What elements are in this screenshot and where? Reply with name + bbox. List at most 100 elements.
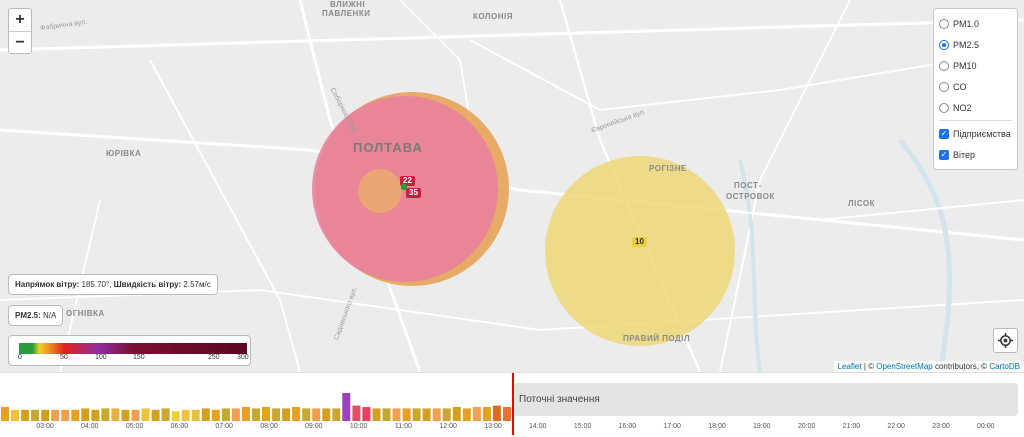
timeline-tick-label: 19:00 [753,423,771,430]
timeline-bar[interactable] [141,408,150,421]
timeline-bar[interactable] [432,408,441,421]
timeline-bar[interactable] [211,409,220,421]
timeline-bar[interactable] [472,407,481,421]
layer-option-pm10[interactable]: PM10 [939,55,1012,76]
timeline-bar[interactable] [71,409,80,421]
place-label-ostrovok: ОСТРОВОК [726,192,775,201]
current-time-line[interactable] [512,373,514,435]
overlay-option-wind[interactable]: ✓ Вітер [939,144,1012,165]
timeline-bar[interactable] [111,408,120,421]
overlay-option-enterprises[interactable]: ✓ Підприємства [939,123,1012,144]
timeline-bar[interactable] [442,408,451,421]
timeline-bar[interactable] [322,408,331,421]
wind-speed-value: 2.57м/с [183,280,211,289]
timeline-tick-label: 18:00 [708,423,726,430]
timeline-bar[interactable] [342,393,351,421]
timeline-bar[interactable] [41,409,50,421]
timeline-bar[interactable] [292,407,301,421]
timeline-bar[interactable] [151,409,160,421]
timeline-tick-label: 07:00 [215,423,233,430]
timeline-bar[interactable] [101,408,110,421]
timeline-bar[interactable] [272,408,281,421]
timeline-bar[interactable] [482,407,491,421]
station-marker[interactable]: 10 [632,237,647,247]
timeline-bar[interactable] [51,409,60,421]
timeline-bar[interactable] [332,408,341,421]
attribution-text: | © [861,362,877,371]
cartodb-link[interactable]: CartoDB [989,362,1020,371]
checkbox-checked-icon: ✓ [939,128,949,139]
timeline-bar[interactable] [362,407,371,421]
timeline-bar[interactable] [21,409,30,421]
timeline-bar[interactable] [1,407,9,421]
place-label-yurivka: ЮРІВКА [106,149,142,158]
timeline-bar[interactable] [121,409,130,421]
legend-gradient [19,343,247,354]
layer-option-pm1[interactable]: PM1.0 [939,13,1012,34]
timeline-bar[interactable] [221,408,230,421]
timeline-bar[interactable] [402,408,411,421]
timeline-bar[interactable] [282,408,291,421]
leaflet-link[interactable]: Leaflet [838,362,862,371]
current-values-panel[interactable]: Поточні значення [513,383,1018,416]
layer-option-no2[interactable]: NO2 [939,97,1012,118]
pm-info-panel: PM2.5: N/A [8,305,64,326]
timeline-bar[interactable] [91,409,100,421]
radio-icon [939,81,949,92]
station-marker[interactable]: 35 [406,188,421,198]
timeline-bar[interactable] [181,409,190,421]
timeline-tick-label: 13:00 [484,423,502,430]
timeline-bar[interactable] [422,408,431,421]
timeline-tick-label: 21:00 [842,423,861,430]
timeline-bar[interactable] [452,407,461,421]
timeline-bar[interactable] [81,408,90,421]
timeline-bar[interactable] [412,408,421,421]
timeline-bar[interactable] [252,408,260,421]
city-label: ПОЛТАВА [353,140,423,155]
layer-option-co[interactable]: CO [939,76,1012,97]
place-label-pravyi-podil: ПРАВИЙ ПОДІЛ [623,334,691,343]
timeline-bar[interactable] [61,409,70,421]
timeline-bar[interactable] [382,408,391,421]
timeline-bar[interactable] [462,408,471,421]
timeline-bar[interactable] [191,409,200,421]
legend-label: 100 [95,354,107,361]
legend-label: 150 [133,354,145,361]
timeline-tick-label: 09:00 [305,423,323,430]
zoom-control: + − [8,8,32,54]
place-label-lisok: ЛІСОК [848,199,876,208]
locate-button[interactable] [993,328,1018,353]
radio-selected-icon [939,39,949,50]
place-label-post: ПОСТ- [734,181,762,190]
timeline-bar[interactable] [231,408,240,421]
timeline-bar[interactable] [131,409,140,421]
timeline-bar[interactable] [503,407,511,421]
timeline-bar[interactable] [302,408,311,421]
timeline-tick-label: 00:00 [977,423,995,430]
osm-link[interactable]: OpenStreetMap [876,362,932,371]
timeline-bar[interactable] [241,407,250,421]
pm-circle-small[interactable] [358,169,402,213]
timeline-bar[interactable] [352,405,361,421]
timeline-bar[interactable] [492,405,501,421]
timeline-bar[interactable] [201,408,210,421]
timeline-bar[interactable] [171,411,180,421]
timeline-bar[interactable] [312,408,321,421]
layer-separator [939,120,1012,121]
timeline-bar[interactable] [392,408,401,421]
timeline-tick-label: 22:00 [887,423,905,430]
checkbox-checked-icon: ✓ [939,149,949,160]
timeline-bar[interactable] [11,409,19,421]
timeline-bar[interactable] [262,407,270,421]
map-view[interactable]: ПОЛТАВА ЮРІВКА ВЛИЖНІ ПАВЛЕНКИ КОЛОНІЯ Р… [0,0,1024,372]
timeline[interactable]: Поточні значення 03:00 04:00 05:00 06:00 07:… [0,372,1024,437]
overlay-label: Вітер [953,149,976,160]
timeline-bar[interactable] [31,409,40,421]
timeline-bar[interactable] [161,408,170,421]
layer-option-pm25[interactable]: PM2.5 [939,34,1012,55]
zoom-out-button[interactable]: − [9,31,31,53]
zoom-in-button[interactable]: + [9,9,31,31]
timeline-bar[interactable] [372,408,381,421]
pm-circle-east[interactable] [545,156,735,346]
enterprise-marker[interactable] [401,184,407,190]
